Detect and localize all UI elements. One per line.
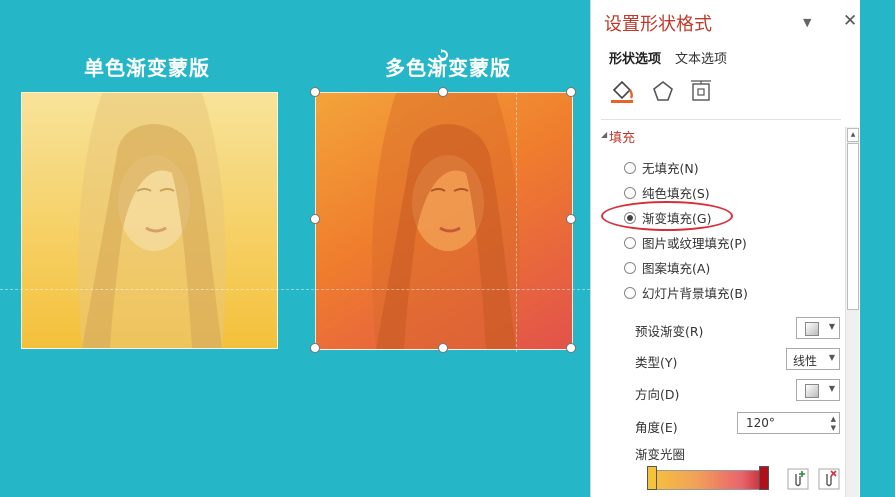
radio-pattern-fill[interactable]: 图案填充(A)	[624, 258, 710, 276]
effects-pentagon-icon[interactable]	[651, 79, 675, 103]
single-gradient-photo[interactable]	[21, 92, 278, 349]
alignment-guide-vertical	[516, 92, 517, 352]
radio-label: 纯色填充(S)	[642, 186, 710, 201]
panel-title: 设置形状格式	[604, 14, 712, 35]
panel-options-dropdown-icon[interactable]: ▼	[803, 16, 811, 29]
resize-handle[interactable]	[310, 214, 320, 224]
radio-button[interactable]	[624, 287, 636, 299]
radio-label: 图片或纹理填充(P)	[642, 236, 747, 251]
spin-down-icon[interactable]: ▼	[831, 424, 836, 432]
resize-handle[interactable]	[566, 87, 576, 97]
radio-label: 无填充(N)	[642, 161, 699, 176]
fill-section-header[interactable]: 填充	[609, 127, 635, 146]
gradient-stop-handle[interactable]	[647, 466, 657, 490]
direction-dropdown[interactable]: ▼	[796, 379, 840, 401]
radio-solid-fill[interactable]: 纯色填充(S)	[624, 183, 710, 201]
preset-gradient-dropdown[interactable]: ▼	[796, 317, 840, 339]
multi-gradient-photo[interactable]	[315, 92, 573, 350]
alignment-guide-horizontal	[0, 289, 590, 290]
chevron-down-icon: ▼	[828, 353, 835, 362]
direction-label: 方向(D)	[635, 387, 680, 402]
angle-spinner[interactable]: 120° ▲ ▼	[737, 412, 840, 434]
size-properties-icon[interactable]	[689, 79, 713, 103]
resize-handle[interactable]	[310, 87, 320, 97]
type-dropdown[interactable]: 线性 ▼	[786, 348, 840, 370]
scroll-up-icon[interactable]: ▲	[847, 128, 859, 142]
resize-handle[interactable]	[310, 343, 320, 353]
fill-line-icon[interactable]	[609, 78, 635, 104]
chevron-down-icon: ▼	[828, 322, 835, 331]
radio-picture-texture-fill[interactable]: 图片或纹理填充(P)	[624, 233, 747, 251]
gradient-stops-label: 渐变光圈	[635, 447, 686, 462]
resize-handle[interactable]	[438, 343, 448, 353]
angle-label: 角度(E)	[635, 420, 678, 435]
radio-button[interactable]	[624, 162, 636, 174]
radio-button[interactable]	[624, 187, 636, 199]
gradient-stop-handle[interactable]	[759, 466, 769, 490]
tab-text-options[interactable]: 文本选项	[675, 48, 727, 67]
direction-swatch	[805, 384, 819, 398]
portrait-image	[78, 93, 226, 348]
type-value: 线性	[793, 354, 818, 368]
tab-shape-options[interactable]: 形状选项	[609, 48, 661, 67]
gradient-stops-bar[interactable]	[647, 470, 767, 490]
spin-up-icon[interactable]: ▲	[831, 415, 836, 423]
radio-no-fill[interactable]: 无填充(N)	[624, 158, 699, 176]
slide-title-single-gradient: 单色渐变蒙版	[84, 56, 210, 80]
angle-value: 120°	[746, 416, 775, 430]
close-icon[interactable]: ✕	[843, 11, 857, 31]
window-edge	[860, 0, 895, 497]
highlight-annotation-ellipse	[601, 201, 733, 231]
resize-handle[interactable]	[438, 87, 448, 97]
chevron-down-icon: ▼	[828, 384, 835, 393]
format-shape-panel: 设置形状格式 ▼ ✕ 形状选项 文本选项 ◢ 填充 无填充(N) 纯色填充(S)…	[590, 0, 861, 497]
resize-handle[interactable]	[566, 343, 576, 353]
gradient-swatch	[805, 322, 819, 336]
preset-gradient-label: 预设渐变(R)	[635, 324, 704, 339]
remove-gradient-stop-icon[interactable]	[818, 468, 840, 490]
type-label: 类型(Y)	[635, 355, 678, 370]
radio-label: 幻灯片背景填充(B)	[642, 286, 748, 301]
divider	[601, 119, 841, 120]
rotate-handle-icon[interactable]	[436, 48, 450, 62]
radio-label: 图案填充(A)	[642, 261, 711, 276]
scrollbar-thumb[interactable]	[847, 143, 859, 310]
add-gradient-stop-icon[interactable]	[787, 468, 809, 490]
radio-button[interactable]	[624, 237, 636, 249]
resize-handle[interactable]	[566, 214, 576, 224]
portrait-image	[372, 93, 520, 349]
radio-slide-background-fill[interactable]: 幻灯片背景填充(B)	[624, 283, 748, 301]
radio-button[interactable]	[624, 262, 636, 274]
collapse-arrow-icon[interactable]: ◢	[601, 130, 607, 139]
